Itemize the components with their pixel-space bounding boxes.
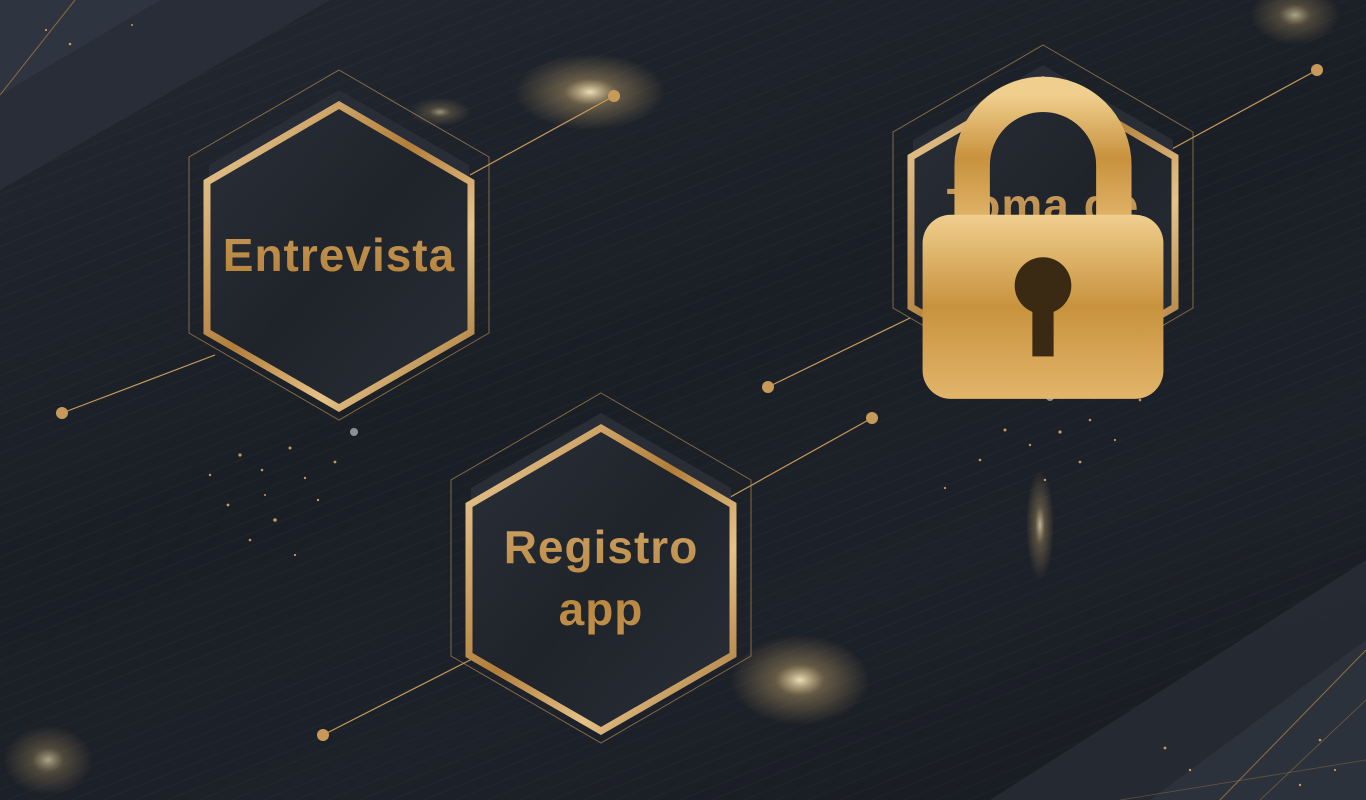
label-line: app — [558, 583, 644, 635]
node-label: Registro app — [451, 408, 751, 748]
label-line: Entrevista — [222, 229, 456, 281]
label-line: Registro — [503, 521, 699, 573]
level-node-entrevista[interactable]: Entrevista — [188, 69, 490, 425]
level-map: Entrevista Toma de fotos — [0, 0, 1366, 800]
level-node-registro-app[interactable]: Registro app — [450, 392, 752, 748]
node-label: Toma de fotos — [893, 60, 1193, 400]
level-node-toma-de-fotos[interactable]: Toma de fotos — [892, 44, 1194, 400]
node-label: Entrevista — [189, 85, 489, 425]
padlock-icon — [922, 76, 1164, 399]
